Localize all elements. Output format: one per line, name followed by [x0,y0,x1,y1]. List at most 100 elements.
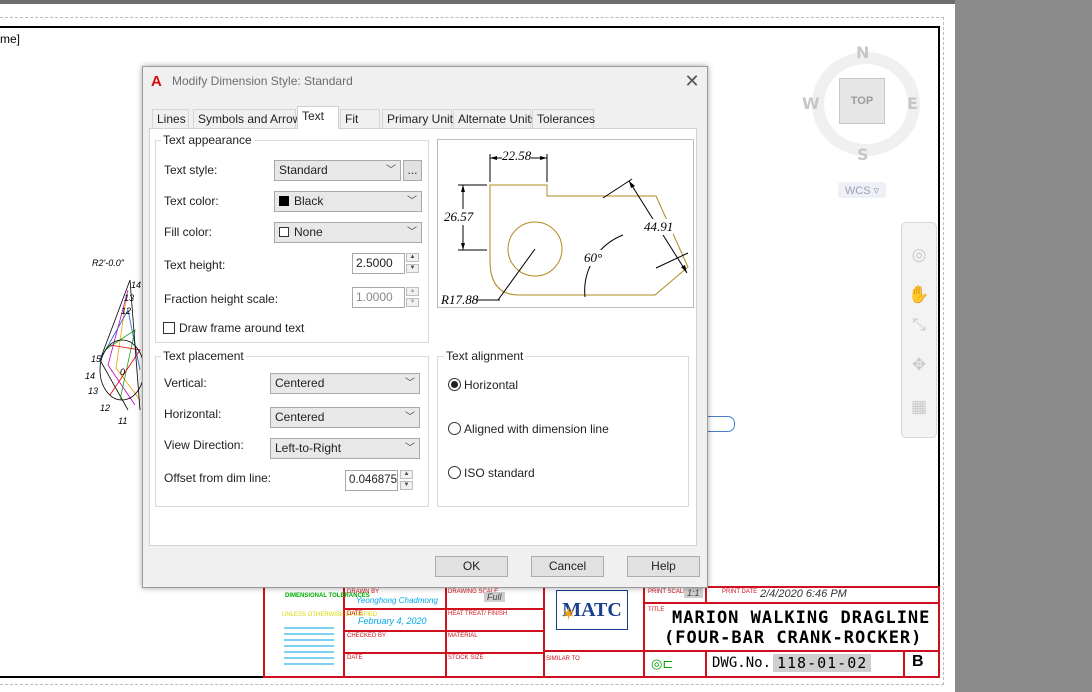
preview-dim-angle: 60° [584,250,603,266]
tolerance-table [284,627,334,665]
preview-dim-left: 26.57 [444,209,474,225]
vertical-select[interactable]: Centered ﹀ [270,373,420,394]
preview-dim-radius: R17.88 [441,292,479,307]
alignment-horizontal-radio[interactable] [448,378,461,391]
pan-icon[interactable]: ✋ [908,284,930,306]
steering-wheel-icon[interactable]: ◎ [908,244,930,266]
text-height-label: Text height: [164,258,226,272]
print-date-label: PRINT DATE [722,589,758,595]
offset-up[interactable]: ▲ [400,470,413,479]
material-label: MATERIAL [448,633,478,639]
compass-west[interactable]: W [802,94,820,113]
horizontal-label: Horizontal: [164,407,222,421]
drawing-label: 0 [120,367,126,377]
text-placement-title: Text placement [161,349,246,363]
offset-down[interactable]: ▼ [400,481,413,490]
chevron-down-icon: ﹀ [386,165,396,176]
drawing-title-line1: MARION WALKING DRAGLINE [672,608,931,628]
ucs-menu[interactable]: WCS ▿ [838,182,886,198]
alignment-aligned-label[interactable]: Aligned with dimension line [464,422,609,436]
viewport-label[interactable]: me] [0,32,20,46]
fill-color-value: None [294,225,323,239]
top-toolbar-strip [0,0,955,4]
vertical-value: Centered [275,376,325,390]
fraction-height-up: ▲ [406,287,419,296]
compass-east[interactable]: E [907,94,918,113]
date-value: February 4, 2020 [358,616,427,626]
chevron-down-icon: ﹀ [405,378,415,389]
text-height-input[interactable]: 2.5000 [352,253,405,274]
view-direction-select[interactable]: Left-to-Right ﹀ [270,438,420,459]
orbit-icon[interactable]: ✥ [908,354,930,376]
alignment-iso-radio[interactable] [448,466,461,479]
drawing-label: 11 [118,416,128,426]
fill-color-select[interactable]: None ﹀ [274,222,422,243]
close-button[interactable]: ✕ [683,71,701,92]
text-style-browse-button[interactable]: ... [403,160,422,181]
logo-star-icon: ✶ [561,604,577,624]
view-direction-label: View Direction: [164,438,244,452]
alignment-iso-label[interactable]: ISO standard [464,466,535,480]
chevron-down-icon: ﹀ [405,412,415,423]
scale-value: Full [484,592,505,602]
drawing-label: 13 [124,293,135,303]
fraction-height-input: 1.0000 [352,287,405,308]
tab-lines[interactable]: Lines [152,109,189,128]
autocad-icon: A [151,73,162,90]
drawing-label: 12 [100,403,111,413]
color-swatch-icon [279,227,289,237]
selection-grip-shape[interactable] [708,416,735,432]
stock-size-label: STOCK SIZE [448,655,484,661]
similar-to-label: SIMILAR TO [546,656,580,662]
title-label: TITLE [648,607,665,613]
text-color-value: Black [294,194,324,208]
chevron-down-icon: ﹀ [407,196,417,207]
viewcube-top-face[interactable]: TOP [839,78,885,124]
dwg-no-value: 118-01-02 [773,654,872,672]
fraction-height-label: Fraction height scale: [164,292,279,306]
draw-frame-checkbox[interactable] [163,322,175,334]
tab-fit[interactable]: Fit [340,109,380,128]
alignment-aligned-radio[interactable] [448,422,461,435]
ok-button[interactable]: OK [435,556,508,577]
drawing-label: R2'-0.0" [92,258,124,268]
offset-input[interactable]: 0.046875 [345,470,398,491]
text-height-up[interactable]: ▲ [406,253,419,262]
zoom-extents-icon[interactable]: ⤡ [908,314,930,336]
fill-color-label: Fill color: [164,225,213,239]
horizontal-select[interactable]: Centered ﹀ [270,407,420,428]
compass-north[interactable]: N [856,43,869,62]
fraction-height-down: ▼ [406,298,419,307]
dwg-no-label: DWG.No. [712,655,772,671]
tab-text[interactable]: Text [297,106,339,129]
text-color-label: Text color: [164,194,219,208]
drawing-label: 13 [88,386,99,396]
print-scale-label: PRINT SCALE [648,589,688,595]
compass-south[interactable]: S [857,145,869,164]
text-color-select[interactable]: Black ﹀ [274,191,422,212]
view-direction-value: Left-to-Right [275,441,342,455]
date2-label: DATE [347,655,363,661]
cancel-button[interactable]: Cancel [531,556,604,577]
text-style-select[interactable]: Standard ﹀ [274,160,401,181]
checked-by-label: CHECKED BY [347,633,387,639]
tab-symbols-and-arrows[interactable]: Symbols and Arrows [193,109,307,128]
linkage-drawing [99,279,145,411]
tab-primary-units[interactable]: Primary Units [382,109,459,128]
text-alignment-title: Text alignment [444,349,526,363]
help-button[interactable]: Help [627,556,700,577]
tab-alternate-units[interactable]: Alternate Units [453,109,537,128]
drawing-label: 14 [85,371,96,381]
color-swatch-icon [279,196,289,206]
text-appearance-title: Text appearance [161,133,254,147]
dialog-title: Modify Dimension Style: Standard [172,74,353,88]
text-height-down[interactable]: ▼ [406,264,419,273]
showmotion-icon[interactable]: ▦ [908,396,930,418]
drawing-label: 14 [131,280,142,290]
alignment-horizontal-label[interactable]: Horizontal [464,378,518,392]
drawing-title-line2: (FOUR-BAR CRANK-ROCKER) [664,628,923,648]
tab-tolerances[interactable]: Tolerances [532,109,595,128]
draw-frame-label[interactable]: Draw frame around text [179,321,304,335]
drawn-by-value: Yeonghong Chadmong [356,596,438,605]
vertical-label: Vertical: [164,376,207,390]
